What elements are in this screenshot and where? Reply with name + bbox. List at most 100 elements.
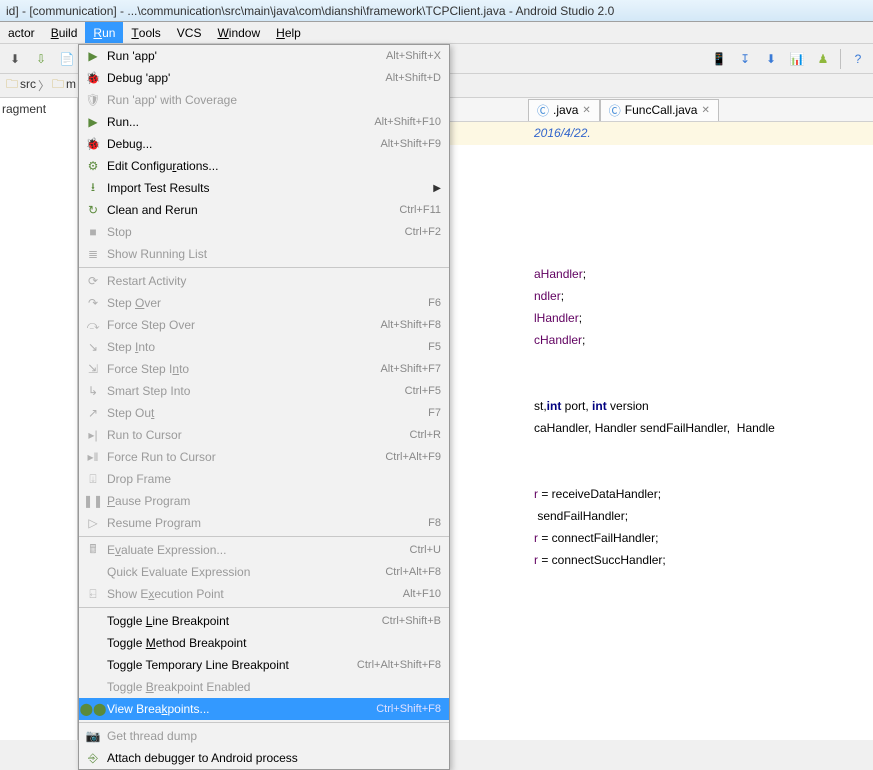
menu-item-drop-frame: ⍗Drop Frame — [79, 468, 449, 490]
folder-icon: 🗀 — [6, 77, 18, 91]
bug-icon: 🐞 — [83, 137, 103, 151]
submenu-arrow-icon: ▶ — [427, 183, 441, 194]
menu-item-label: Stop — [103, 225, 405, 239]
android-icon[interactable]: ♟ — [812, 48, 834, 70]
runcursor-icon: ▸| — [83, 428, 103, 442]
menu-run[interactable]: Run — [85, 22, 123, 43]
menu-shortcut: Alt+Shift+F7 — [380, 363, 441, 375]
window-title: id] - [communication] - ...\communicatio… — [6, 4, 614, 18]
menu-item-get-thread-dump: 📷Get thread dump — [79, 725, 449, 747]
menu-shortcut: Ctrl+Alt+F8 — [385, 566, 441, 578]
menu-item-import-test-results[interactable]: ⭳Import Test Results▶ — [79, 177, 449, 199]
close-icon[interactable]: ✕ — [582, 105, 590, 116]
menu-item-view-brea-kpoints[interactable]: ⬤⬤View Breakpoints...Ctrl+Shift+F8 — [79, 698, 449, 720]
menu-item-toggle-line-breakpoint[interactable]: Toggle Line BreakpointCtrl+Shift+B — [79, 610, 449, 632]
code-line: ndler; — [534, 285, 873, 307]
breakpoints-icon: ⬤⬤ — [83, 702, 103, 716]
forceinto-icon: ⇲ — [83, 362, 103, 376]
menu-item-label: Attach debugger to Android process — [103, 751, 441, 765]
menu-item-run-app[interactable]: ▶Run 'app'Alt+Shift+X — [79, 45, 449, 67]
menu-item-label: Edit Configurations... — [103, 159, 441, 173]
menu-item-restart-activity: ⟳Restart Activity — [79, 270, 449, 292]
menu-item-debug-app[interactable]: 🐞Debug 'app'Alt+Shift+D — [79, 67, 449, 89]
menu-actor[interactable]: actor — [0, 22, 43, 43]
smartinto-icon: ↳ — [83, 384, 103, 398]
menu-shortcut: Alt+Shift+X — [386, 50, 441, 62]
tab-label: FuncCall.java — [625, 103, 698, 117]
bug-icon: 🐞 — [83, 71, 103, 85]
window-titlebar: id] - [communication] - ...\communicatio… — [0, 0, 873, 22]
shield-icon: 🛡 — [83, 93, 103, 107]
android-monitor-icon[interactable]: 📊 — [786, 48, 808, 70]
code-line — [534, 439, 873, 461]
menu-item-show-e-xecution-point: ⍇Show Execution PointAlt+F10 — [79, 583, 449, 605]
menu-tools[interactable]: Tools — [123, 22, 168, 43]
menu-item-label: Force Step Into — [103, 362, 380, 376]
sdk-manager-icon[interactable]: ⬇ — [760, 48, 782, 70]
camera-icon: 📷 — [83, 729, 103, 743]
menu-item-label: Show Execution Point — [103, 587, 403, 601]
toolbar-button[interactable]: 📄 — [56, 48, 78, 70]
code-line: cHandler; — [534, 329, 873, 351]
code-line — [534, 461, 873, 483]
breadcrumb-item[interactable]: 🗀m — [52, 75, 76, 96]
file-icon: Ⓒ — [537, 102, 549, 119]
menu-item-force-step-i-nto: ⇲Force Step IntoAlt+Shift+F7 — [79, 358, 449, 380]
help-icon[interactable]: ? — [847, 48, 869, 70]
close-icon[interactable]: ✕ — [701, 105, 709, 116]
code-line — [534, 351, 873, 373]
menu-item-toggle-temporary-line-breakpoint[interactable]: Toggle Temporary Line BreakpointCtrl+Alt… — [79, 654, 449, 676]
menu-item-label: Drop Frame — [103, 472, 441, 486]
stepover-icon: ↷ — [83, 296, 103, 310]
menu-window[interactable]: Window — [209, 22, 268, 43]
code-line: sendFailHandler; — [534, 505, 873, 527]
showexec-icon: ⍇ — [83, 587, 103, 602]
menu-shortcut: Ctrl+U — [410, 544, 441, 556]
menu-shortcut: Ctrl+R — [410, 429, 441, 441]
breadcrumb-item[interactable]: 🗀src — [6, 75, 36, 96]
project-sidebar[interactable]: ragment — [0, 98, 78, 740]
menu-item-debug[interactable]: 🐞Debug...Alt+Shift+F9 — [79, 133, 449, 155]
menu-item-label: Debug... — [103, 137, 380, 151]
avd-manager-icon[interactable]: 📱 — [708, 48, 730, 70]
sync-icon[interactable]: ↧ — [734, 48, 756, 70]
menu-vcs[interactable]: VCS — [169, 22, 210, 43]
dropframe-icon: ⍗ — [83, 472, 103, 487]
menu-item-label: Run to Cursor — [103, 428, 410, 442]
menu-item-run-to-cursor: ▸|Run to CursorCtrl+R — [79, 424, 449, 446]
menu-help[interactable]: Help — [268, 22, 309, 43]
menu-item-attach-debugger-to-android-process[interactable]: ⎆Attach debugger to Android process — [79, 747, 449, 769]
menu-item-step-into: ↘Step IntoF5 — [79, 336, 449, 358]
editor-tab[interactable]: Ⓒ FuncCall.java✕ — [600, 99, 719, 121]
toolbar-separator — [840, 49, 841, 69]
code-line: r = connectFailHandler; — [534, 527, 873, 549]
menu-item-toggle-method-breakpoint[interactable]: Toggle Method Breakpoint — [79, 632, 449, 654]
menu-item-label: Toggle Line Breakpoint — [103, 614, 382, 628]
menu-item-label: Step Into — [103, 340, 428, 354]
menu-shortcut: Ctrl+F5 — [405, 385, 441, 397]
menu-item-label: Evaluate Expression... — [103, 543, 410, 557]
sidebar-item[interactable]: ragment — [2, 102, 75, 116]
editor-tab[interactable]: Ⓒ .java ✕ — [528, 99, 600, 121]
stepout-icon: ↗ — [83, 406, 103, 420]
code-line: r = connectSuccHandler; — [534, 549, 873, 571]
play-icon: ▶ — [83, 115, 103, 129]
file-icon: Ⓒ — [609, 102, 621, 119]
menu-item-e-valuate-expression: 🖩Evaluate Expression...Ctrl+U — [79, 539, 449, 561]
menu-item-run[interactable]: ▶Run...Alt+Shift+F10 — [79, 111, 449, 133]
forceover-icon: ⤼ — [83, 318, 103, 333]
calc-icon: 🖩 — [83, 540, 103, 561]
menu-build[interactable]: Build — [43, 22, 86, 43]
toolbar-button[interactable]: ⬇ — [4, 48, 26, 70]
menu-item-smart-step-into: ↳Smart Step IntoCtrl+F5 — [79, 380, 449, 402]
menu-item-label: Force Run to Cursor — [103, 450, 385, 464]
menu-item-label: View Breakpoints... — [103, 702, 376, 716]
menu-item-edit-configu-rations[interactable]: ⚙Edit Configurations... — [79, 155, 449, 177]
breadcrumb-separator: 〉 — [38, 77, 50, 94]
toolbar-button[interactable]: ⇩ — [30, 48, 52, 70]
restart-icon: ⟳ — [83, 274, 103, 288]
menu-item-clean-and-rerun[interactable]: ↻Clean and RerunCtrl+F11 — [79, 199, 449, 221]
menu-item-label: Force Step Over — [103, 318, 380, 332]
tab-label: .java — [553, 103, 578, 117]
menu-item-step-ou-t: ↗Step OutF7 — [79, 402, 449, 424]
